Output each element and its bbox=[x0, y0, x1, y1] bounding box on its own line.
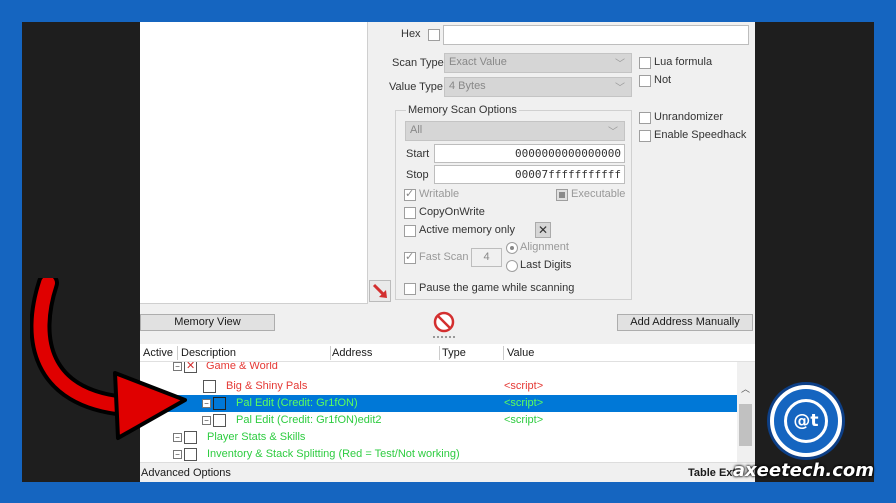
row-description: Pal Edit (Credit: Gr1fON)edit2 bbox=[236, 414, 382, 426]
row-value: <script> bbox=[504, 397, 544, 409]
watermark-text: axeetech.com bbox=[732, 460, 874, 481]
chevron-down-icon: ﹀ bbox=[615, 83, 625, 94]
writable-label: Writable bbox=[419, 188, 460, 200]
lua-formula-label: Lua formula bbox=[654, 56, 713, 68]
header-address[interactable]: Address bbox=[332, 347, 372, 359]
red-arrow-icon bbox=[29, 272, 190, 448]
active-memory-label: Active memory only bbox=[419, 224, 515, 236]
copyonwrite-checkbox[interactable] bbox=[404, 207, 416, 219]
table-row-selected[interactable]: − Pal Edit (Credit: Gr1fON) <script> bbox=[140, 395, 737, 412]
status-bar: Advanced Options Table Ext bbox=[140, 462, 755, 482]
memory-scan-options-title: Memory Scan Options bbox=[406, 104, 519, 116]
speedhack-checkbox[interactable] bbox=[639, 130, 651, 142]
value-type-value: 4 Bytes bbox=[449, 80, 486, 92]
unrandomizer-checkbox[interactable] bbox=[639, 112, 651, 124]
executable-checkbox[interactable] bbox=[556, 189, 568, 201]
scan-type-select[interactable]: Exact Value ﹀ bbox=[444, 53, 632, 73]
scroll-up-icon[interactable]: ︿ bbox=[741, 382, 750, 395]
no-entry-icon[interactable] bbox=[433, 311, 455, 333]
header-separator bbox=[503, 346, 504, 360]
found-addresses-panel[interactable] bbox=[140, 22, 368, 304]
row-description: Player Stats & Skills bbox=[207, 431, 306, 443]
row-description: Big & Shiny Pals bbox=[226, 380, 308, 392]
table-header: Active Description Address Type Value bbox=[140, 344, 755, 362]
scan-type-value: Exact Value bbox=[449, 56, 507, 68]
table-extras-link[interactable]: Table Ext bbox=[688, 467, 736, 479]
chevron-down-icon: ﹀ bbox=[608, 127, 618, 138]
not-checkbox[interactable] bbox=[639, 75, 651, 87]
value-type-label: Value Type bbox=[389, 81, 444, 93]
pause-game-checkbox[interactable] bbox=[404, 283, 416, 295]
collapse-icon[interactable]: − bbox=[202, 399, 211, 408]
chevron-down-icon: ﹀ bbox=[615, 59, 625, 70]
pause-game-label: Pause the game while scanning bbox=[419, 282, 575, 294]
table-row[interactable]: − Pal Edit (Credit: Gr1fON)edit2 <script… bbox=[140, 412, 737, 429]
add-address-button[interactable]: Add Address Manually bbox=[617, 314, 753, 331]
start-label: Start bbox=[406, 148, 430, 160]
close-icon[interactable]: ✕ bbox=[535, 222, 551, 238]
row-checkbox[interactable] bbox=[203, 380, 216, 393]
not-label: Not bbox=[654, 74, 672, 86]
hex-checkbox[interactable] bbox=[428, 29, 440, 41]
value-input[interactable] bbox=[443, 25, 749, 45]
value-type-select[interactable]: 4 Bytes ﹀ bbox=[444, 77, 632, 97]
cheat-engine-window: Hex Scan Type Exact Value ﹀ Value Type 4… bbox=[140, 22, 755, 482]
row-checkbox[interactable] bbox=[213, 414, 226, 427]
speedhack-label: Enable Speedhack bbox=[654, 129, 747, 141]
table-scrollbar[interactable]: ︿ bbox=[737, 362, 755, 462]
row-value: <script> bbox=[504, 380, 544, 392]
axeetech-logo: @t bbox=[770, 385, 842, 457]
splitter-handle[interactable] bbox=[433, 336, 455, 339]
unrandomizer-label: Unrandomizer bbox=[654, 111, 724, 123]
scrollbar-thumb[interactable] bbox=[739, 404, 752, 446]
memory-region-select[interactable]: All ﹀ bbox=[405, 121, 625, 141]
stop-address-input[interactable]: 00007fffffffffff bbox=[434, 165, 625, 184]
row-description: Game & World bbox=[206, 362, 278, 372]
scan-type-label: Scan Type bbox=[392, 57, 444, 69]
hex-label: Hex bbox=[401, 28, 421, 40]
copyonwrite-label: CopyOnWrite bbox=[419, 206, 485, 218]
table-row[interactable]: − Player Stats & Skills bbox=[140, 429, 737, 446]
row-description: Pal Edit (Credit: Gr1fON) bbox=[236, 397, 358, 409]
start-address-input[interactable]: 0000000000000000 bbox=[434, 144, 625, 163]
fast-scan-input[interactable]: 4 bbox=[471, 248, 502, 267]
header-separator bbox=[439, 346, 440, 360]
row-value: <script> bbox=[504, 414, 544, 426]
active-memory-checkbox[interactable] bbox=[404, 225, 416, 237]
last-digits-label: Last Digits bbox=[520, 259, 572, 271]
row-checkbox[interactable] bbox=[213, 397, 226, 410]
header-type[interactable]: Type bbox=[442, 347, 466, 359]
arrow-down-right-icon[interactable] bbox=[369, 280, 391, 302]
writable-checkbox[interactable] bbox=[404, 187, 416, 201]
executable-label: Executable bbox=[571, 188, 626, 200]
last-digits-radio[interactable] bbox=[506, 260, 518, 272]
table-row[interactable]: − Game & World bbox=[140, 362, 737, 375]
collapse-icon[interactable]: − bbox=[202, 416, 211, 425]
memory-region-value: All bbox=[410, 124, 423, 136]
collapse-icon[interactable]: − bbox=[173, 450, 182, 459]
lua-formula-checkbox[interactable] bbox=[639, 57, 651, 69]
header-value[interactable]: Value bbox=[507, 347, 534, 359]
row-checkbox[interactable] bbox=[184, 448, 197, 461]
row-description: Inventory & Stack Splitting (Red = Test/… bbox=[207, 448, 460, 460]
header-separator bbox=[330, 346, 331, 360]
table-row[interactable]: − Inventory & Stack Splitting (Red = Tes… bbox=[140, 446, 737, 462]
cheat-table-list[interactable]: − Game & World Big & Shiny Pals <script>… bbox=[140, 362, 737, 462]
alignment-radio[interactable] bbox=[506, 242, 518, 254]
fast-scan-label: Fast Scan bbox=[419, 251, 469, 263]
fast-scan-checkbox[interactable] bbox=[404, 250, 416, 264]
logo-mark: @t bbox=[784, 399, 828, 443]
alignment-label: Alignment bbox=[520, 241, 569, 253]
table-row[interactable]: Big & Shiny Pals <script> bbox=[140, 378, 737, 395]
advanced-options-link[interactable]: Advanced Options bbox=[141, 467, 231, 479]
stop-label: Stop bbox=[406, 169, 429, 181]
